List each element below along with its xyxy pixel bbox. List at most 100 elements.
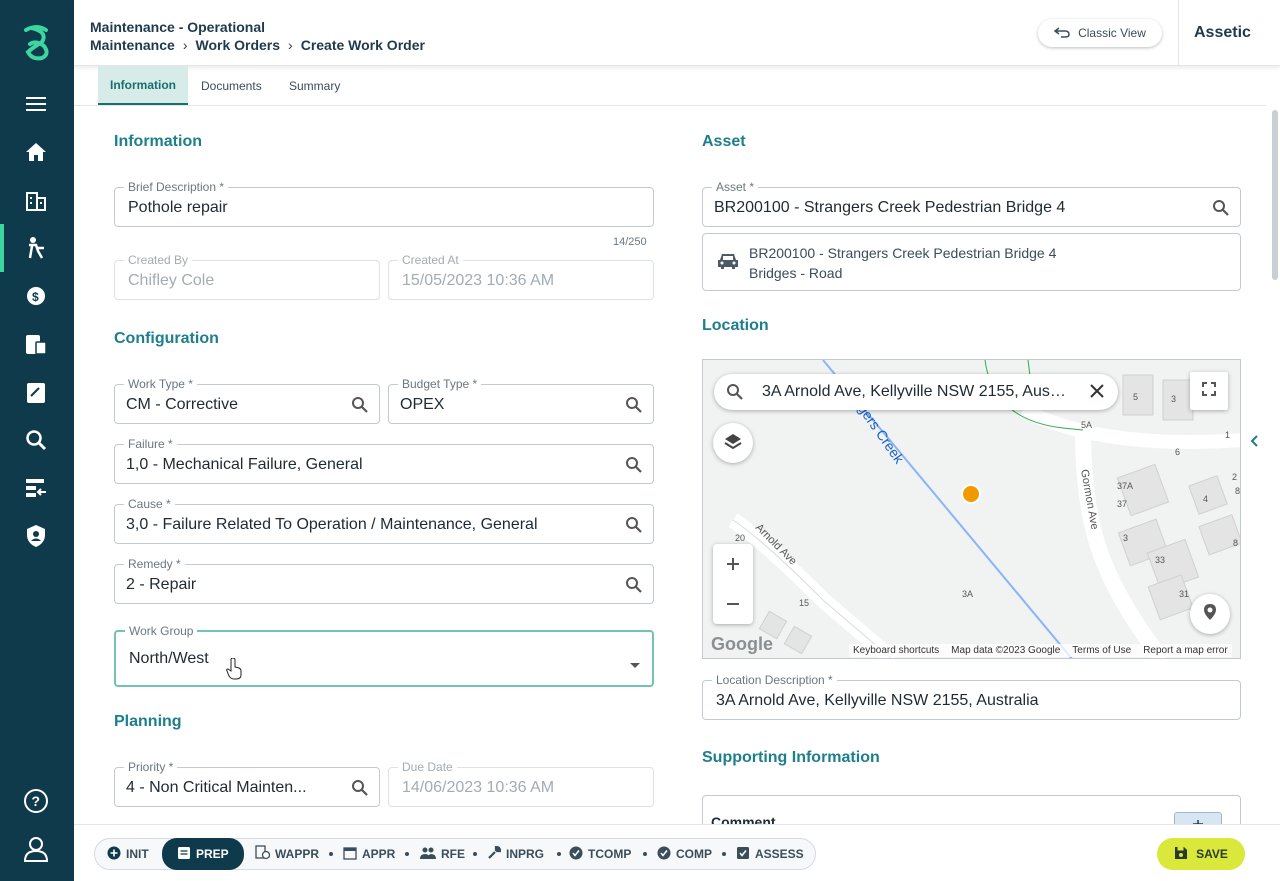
location-description-field[interactable]: Location Description * 3A Arnold Ave, Ke… [702,673,1241,720]
report-error-link[interactable]: Report a map error [1143,645,1227,656]
search-icon[interactable] [625,516,643,534]
failure-value: 1,0 - Mechanical Failure, General [126,456,363,473]
search-icon[interactable] [625,396,643,414]
location-map[interactable]: ngers Creek Arnold Ave Gormon Ave 20 15 … [702,359,1241,659]
brief-description-label: Brief Description * [124,180,229,194]
asset-label: Asset * [712,180,759,194]
search-icon[interactable] [351,396,369,414]
planning-section-title: Planning [114,713,182,730]
budget-type-field[interactable]: Budget Type * OPEX [388,377,654,424]
created-at-field: Created At 15/05/2023 10:36 AM [388,253,654,300]
close-icon[interactable] [1090,384,1104,403]
status-wappr-label: WAPPR [275,847,320,861]
buildings-icon[interactable] [23,187,49,213]
user-profile-icon[interactable] [23,836,49,862]
map-label-5: 5 [1133,392,1138,402]
finance-icon[interactable]: $ [23,283,49,309]
remedy-field[interactable]: Remedy * 2 - Repair [114,557,654,604]
work-group-label: Work Group [125,624,198,638]
save-button[interactable]: SAVE [1157,838,1245,870]
zoom-in-icon[interactable] [726,544,740,584]
keyboard-shortcuts-link[interactable]: Keyboard shortcuts [853,645,939,656]
save-icon [1174,846,1188,863]
zoom-out-icon[interactable] [726,584,740,624]
location-pin-icon [1203,603,1217,626]
status-appr[interactable]: APPR [343,839,395,869]
status-assess[interactable]: ASSESS [736,839,804,869]
status-rfe[interactable]: RFE [420,839,465,869]
status-init-label: INIT [126,847,149,861]
terms-link[interactable]: Terms of Use [1072,645,1131,656]
information-section-title: Information [114,133,202,150]
status-rfe-label: RFE [441,847,465,861]
collapse-panel-icon[interactable] [1250,434,1258,452]
step-separator [329,852,333,856]
search-icon[interactable] [625,576,643,594]
shield-user-icon[interactable] [23,523,49,549]
menu-icon[interactable] [23,91,49,117]
map-data-text: Map data ©2023 Google [951,645,1061,656]
search-icon[interactable] [1212,199,1230,217]
breadcrumb-separator-icon: › [182,37,188,53]
status-inprg-label: INPRG [506,847,545,861]
created-by-field: Created By Chifley Cole [114,253,380,300]
home-icon[interactable] [23,139,49,165]
status-inprg[interactable]: INPRG [487,839,544,869]
search-icon[interactable] [351,779,369,797]
tab-summary[interactable]: Summary [277,66,352,105]
map-search-box[interactable]: 3A Arnold Ave, Kellyville NSW 2155, Aust… [714,374,1118,410]
classic-view-label: Classic View [1078,26,1146,40]
priority-field[interactable]: Priority * 4 - Non Critical Mainten... [114,760,380,807]
map-footer: Keyboard shortcuts Map data ©2023 Google… [849,644,1232,657]
work-group-select[interactable]: Work Group North/West [114,624,654,687]
classic-view-button[interactable]: Classic View [1038,19,1162,47]
help-icon[interactable]: ? [23,788,49,814]
fullscreen-button[interactable] [1190,372,1228,410]
asset-card[interactable]: BR200100 - Strangers Creek Pedestrian Br… [702,233,1241,291]
brief-description-field[interactable]: Brief Description * Pothole repair [114,180,654,227]
status-prep-label: PREP [196,847,229,861]
failure-field[interactable]: Failure * 1,0 - Mechanical Failure, Gene… [114,437,654,484]
search-icon[interactable] [23,427,49,453]
calendar-icon [343,846,357,863]
status-tcomp[interactable]: TCOMP [569,839,631,869]
wrench-icon [487,845,502,863]
add-comment-button[interactable] [1174,812,1222,824]
maintenance-worker-icon[interactable] [23,235,49,261]
page-scrollbar[interactable] [1272,110,1278,280]
app-logo[interactable] [18,22,56,62]
map-label-3a: 3A [962,589,973,599]
asset-field[interactable]: Asset * BR200100 - Strangers Creek Pedes… [702,180,1241,227]
tab-information[interactable]: Information [98,66,188,105]
map-label-1: 1 [1225,430,1230,440]
map-label-31: 31 [1179,589,1189,599]
search-icon[interactable] [625,456,643,474]
search-icon[interactable] [726,383,744,406]
data-exchange-icon[interactable] [23,475,49,501]
work-type-field[interactable]: Work Type * CM - Corrective [114,377,380,424]
failure-label: Failure * [124,437,177,451]
comment-panel: Comment [702,795,1241,824]
tab-documents[interactable]: Documents [189,66,274,105]
my-location-button[interactable] [1190,594,1230,634]
breadcrumb-maintenance[interactable]: Maintenance [90,36,175,54]
breadcrumb-create-work-order: Create Work Order [300,37,425,53]
map-label-20: 20 [735,533,745,543]
status-wappr[interactable]: WAPPR [255,839,319,869]
breadcrumb-work-orders[interactable]: Work Orders [195,36,280,54]
google-logo: Google [711,634,773,654]
map-layers-button[interactable] [713,423,753,463]
char-counter: 14/250 [613,236,647,248]
clipboard-calc-icon[interactable] [23,331,49,357]
dropdown-arrow-icon[interactable] [630,656,640,674]
clipboard-edit-icon[interactable] [23,379,49,405]
status-init[interactable]: INIT [107,839,149,869]
status-prep[interactable]: PREP [162,838,244,870]
cause-field[interactable]: Cause * 3,0 - Failure Related To Operati… [114,497,654,544]
map-search-value[interactable]: 3A Arnold Ave, Kellyville NSW 2155, Aust… [762,383,1068,401]
asset-section-title: Asset [702,133,746,150]
checkbox-icon [736,846,750,863]
status-comp[interactable]: COMP [657,839,712,869]
remedy-value: 2 - Repair [126,576,197,593]
status-comp-label: COMP [676,847,712,861]
